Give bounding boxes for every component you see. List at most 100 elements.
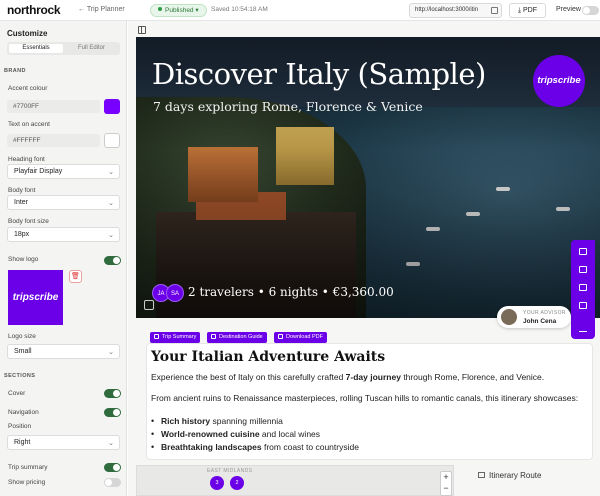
cover-label: Cover xyxy=(8,390,26,397)
heading-font-select[interactable]: Playfair Display ⌄ xyxy=(7,164,120,179)
intro-heading: Your Italian Adventure Awaits xyxy=(151,349,386,365)
text-on-accent-input[interactable]: #FFFFFF xyxy=(7,134,100,147)
navigation-toggle[interactable] xyxy=(104,408,121,417)
top-bar: northrock ← Trip Planner Published ▾ Sav… xyxy=(0,0,600,21)
position-value: Right xyxy=(14,439,31,446)
itinerary-route-heading: Itinerary Route xyxy=(478,471,541,480)
advisor-avatar xyxy=(501,309,517,325)
section-nav-rail xyxy=(571,240,595,324)
delete-logo-trash-icon[interactable]: 🗑 xyxy=(69,270,82,283)
logo-preview: tripscribe xyxy=(8,270,63,325)
tab-essentials[interactable]: Essentials xyxy=(9,44,63,53)
editor-mode-tabs: Essentials Full Editor xyxy=(7,42,120,55)
chevron-down-icon: ⌄ xyxy=(108,440,114,447)
trip-summary-label: Trip Summary xyxy=(162,334,197,340)
chevron-down-icon: ⌄ xyxy=(108,169,114,176)
url-text: http://localhost:3000/itin xyxy=(415,7,479,13)
zoom-in-button[interactable]: + xyxy=(441,472,451,483)
trip-subtitle: 7 days exploring Rome, Florence & Venice xyxy=(153,99,423,114)
zoom-out-button[interactable]: − xyxy=(441,483,451,494)
advisor-card[interactable]: YOUR ADVISOR John Cena xyxy=(497,306,571,328)
home-icon[interactable] xyxy=(579,248,587,255)
show-pricing-toggle[interactable] xyxy=(104,478,121,487)
map-pin[interactable]: 2 xyxy=(230,476,244,490)
cover-hero: Discover Italy (Sample) 7 days exploring… xyxy=(136,37,600,318)
accent-colour-swatch[interactable] xyxy=(104,99,120,114)
change-image-icon[interactable] xyxy=(144,300,154,310)
brand-section-heading: BRAND xyxy=(4,68,26,74)
download-icon xyxy=(579,324,587,332)
traveler-avatar: SA xyxy=(166,284,184,302)
sections-section-heading: SECTIONS xyxy=(4,373,36,379)
list-item: Breathtaking landscapes from coast to co… xyxy=(151,442,359,455)
body-font-size-select[interactable]: 18px ⌄ xyxy=(7,227,120,242)
text-on-accent-label: Text on accent xyxy=(8,121,50,128)
advisor-role: YOUR ADVISOR xyxy=(523,310,566,316)
calendar-icon[interactable] xyxy=(579,266,587,273)
map-pin[interactable]: 3 xyxy=(210,476,224,490)
download-pdf-button[interactable]: Download PDF xyxy=(274,332,327,343)
download-icon xyxy=(278,334,283,339)
status-badge[interactable]: Published ▾ xyxy=(150,4,207,17)
status-text: Published xyxy=(165,7,194,14)
compass-icon xyxy=(211,334,216,339)
trip-title: Discover Italy (Sample) xyxy=(152,57,486,91)
intro-paragraph: Experience the best of Italy on this car… xyxy=(151,372,545,382)
position-select[interactable]: Right ⌄ xyxy=(7,435,120,450)
chevron-down-icon: ⌄ xyxy=(108,200,114,207)
download-button[interactable] xyxy=(571,318,595,339)
chevron-down-icon: ⌄ xyxy=(108,349,114,356)
body-font-label: Body font xyxy=(8,187,36,194)
text-on-accent-swatch[interactable] xyxy=(104,133,120,148)
logo-size-value: Small xyxy=(14,348,32,355)
book-icon[interactable] xyxy=(579,302,587,309)
share-url-field[interactable]: http://localhost:3000/itin xyxy=(409,3,502,18)
list-item: Rich history spanning millennia xyxy=(151,416,359,429)
show-logo-label: Show logo xyxy=(8,256,39,263)
app-logo[interactable]: northrock xyxy=(7,3,61,17)
preview-label: Preview xyxy=(556,6,581,13)
route-map[interactable]: EAST MIDLANDS 3 2 xyxy=(136,465,454,496)
list-item: World-renowned cuisine and local wines xyxy=(151,429,359,442)
heading-font-label: Heading font xyxy=(8,156,45,163)
back-link[interactable]: ← Trip Planner xyxy=(78,6,125,13)
customize-sidebar: Customize Essentials Full Editor BRAND A… xyxy=(0,21,127,496)
accent-colour-input[interactable]: #7700FF xyxy=(7,100,100,113)
trip-stats: 2 travelers • 6 nights • €3,360.00 xyxy=(188,285,394,299)
show-pricing-label: Show pricing xyxy=(8,479,46,486)
accent-colour-label: Accent colour xyxy=(8,85,48,92)
preview-toggle[interactable] xyxy=(582,6,599,15)
map-icon xyxy=(478,472,485,478)
intro-card: Your Italian Adventure Awaits Experience… xyxy=(146,343,593,460)
cover-toggle[interactable] xyxy=(104,389,121,398)
position-label: Position xyxy=(8,423,32,430)
body-font-size-value: 18px xyxy=(14,231,30,238)
pdf-label: PDF xyxy=(523,7,538,14)
status-dot-icon xyxy=(158,7,162,11)
intro-paragraph-2: From ancient ruins to Renaissance master… xyxy=(151,393,579,403)
copy-icon[interactable] xyxy=(491,7,498,14)
show-logo-toggle[interactable] xyxy=(104,256,121,265)
body-font-size-label: Body font size xyxy=(8,218,49,225)
list-icon xyxy=(154,334,159,339)
route-title: Itinerary Route xyxy=(489,471,542,480)
destination-guide-button[interactable]: Destination Guide xyxy=(207,332,267,343)
trip-summary-toggle[interactable] xyxy=(104,463,121,472)
sidebar-toggle-icon[interactable] xyxy=(138,26,146,34)
logo-size-label: Logo size xyxy=(8,333,36,340)
download-pdf-label: Download PDF xyxy=(286,334,323,340)
advisor-name: John Cena xyxy=(523,318,557,325)
chevron-down-icon: ⌄ xyxy=(108,232,114,239)
body-font-value: Inter xyxy=(14,199,29,206)
trip-summary-label: Trip summary xyxy=(8,464,48,471)
pdf-button[interactable]: ⤓ PDF xyxy=(509,3,546,18)
brand-logo-badge: tripscribe xyxy=(533,55,585,107)
map-zoom-control: + − xyxy=(440,471,452,496)
body-font-select[interactable]: Inter ⌄ xyxy=(7,195,120,210)
tab-full-editor[interactable]: Full Editor xyxy=(65,44,118,53)
calendar-icon[interactable] xyxy=(579,284,587,291)
map-region-label: EAST MIDLANDS xyxy=(207,468,253,474)
logo-size-select[interactable]: Small ⌄ xyxy=(7,344,120,359)
saved-time: Saved 10:54:18 AM xyxy=(211,6,268,13)
trip-summary-button[interactable]: Trip Summary xyxy=(150,332,201,343)
